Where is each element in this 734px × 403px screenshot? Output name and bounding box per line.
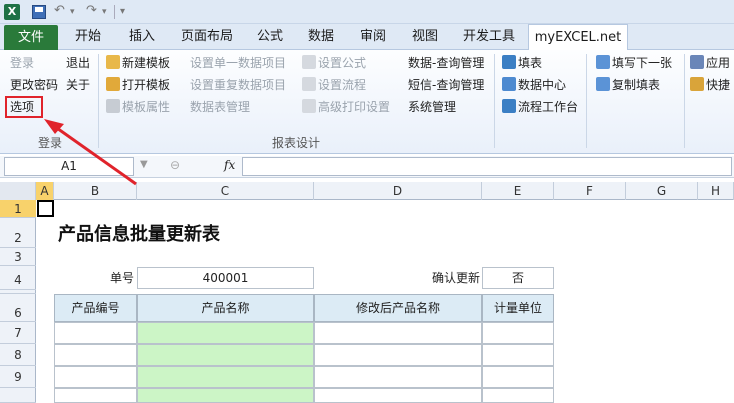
arrow-shaft — [53, 124, 137, 186]
annotation-arrow — [44, 119, 137, 186]
